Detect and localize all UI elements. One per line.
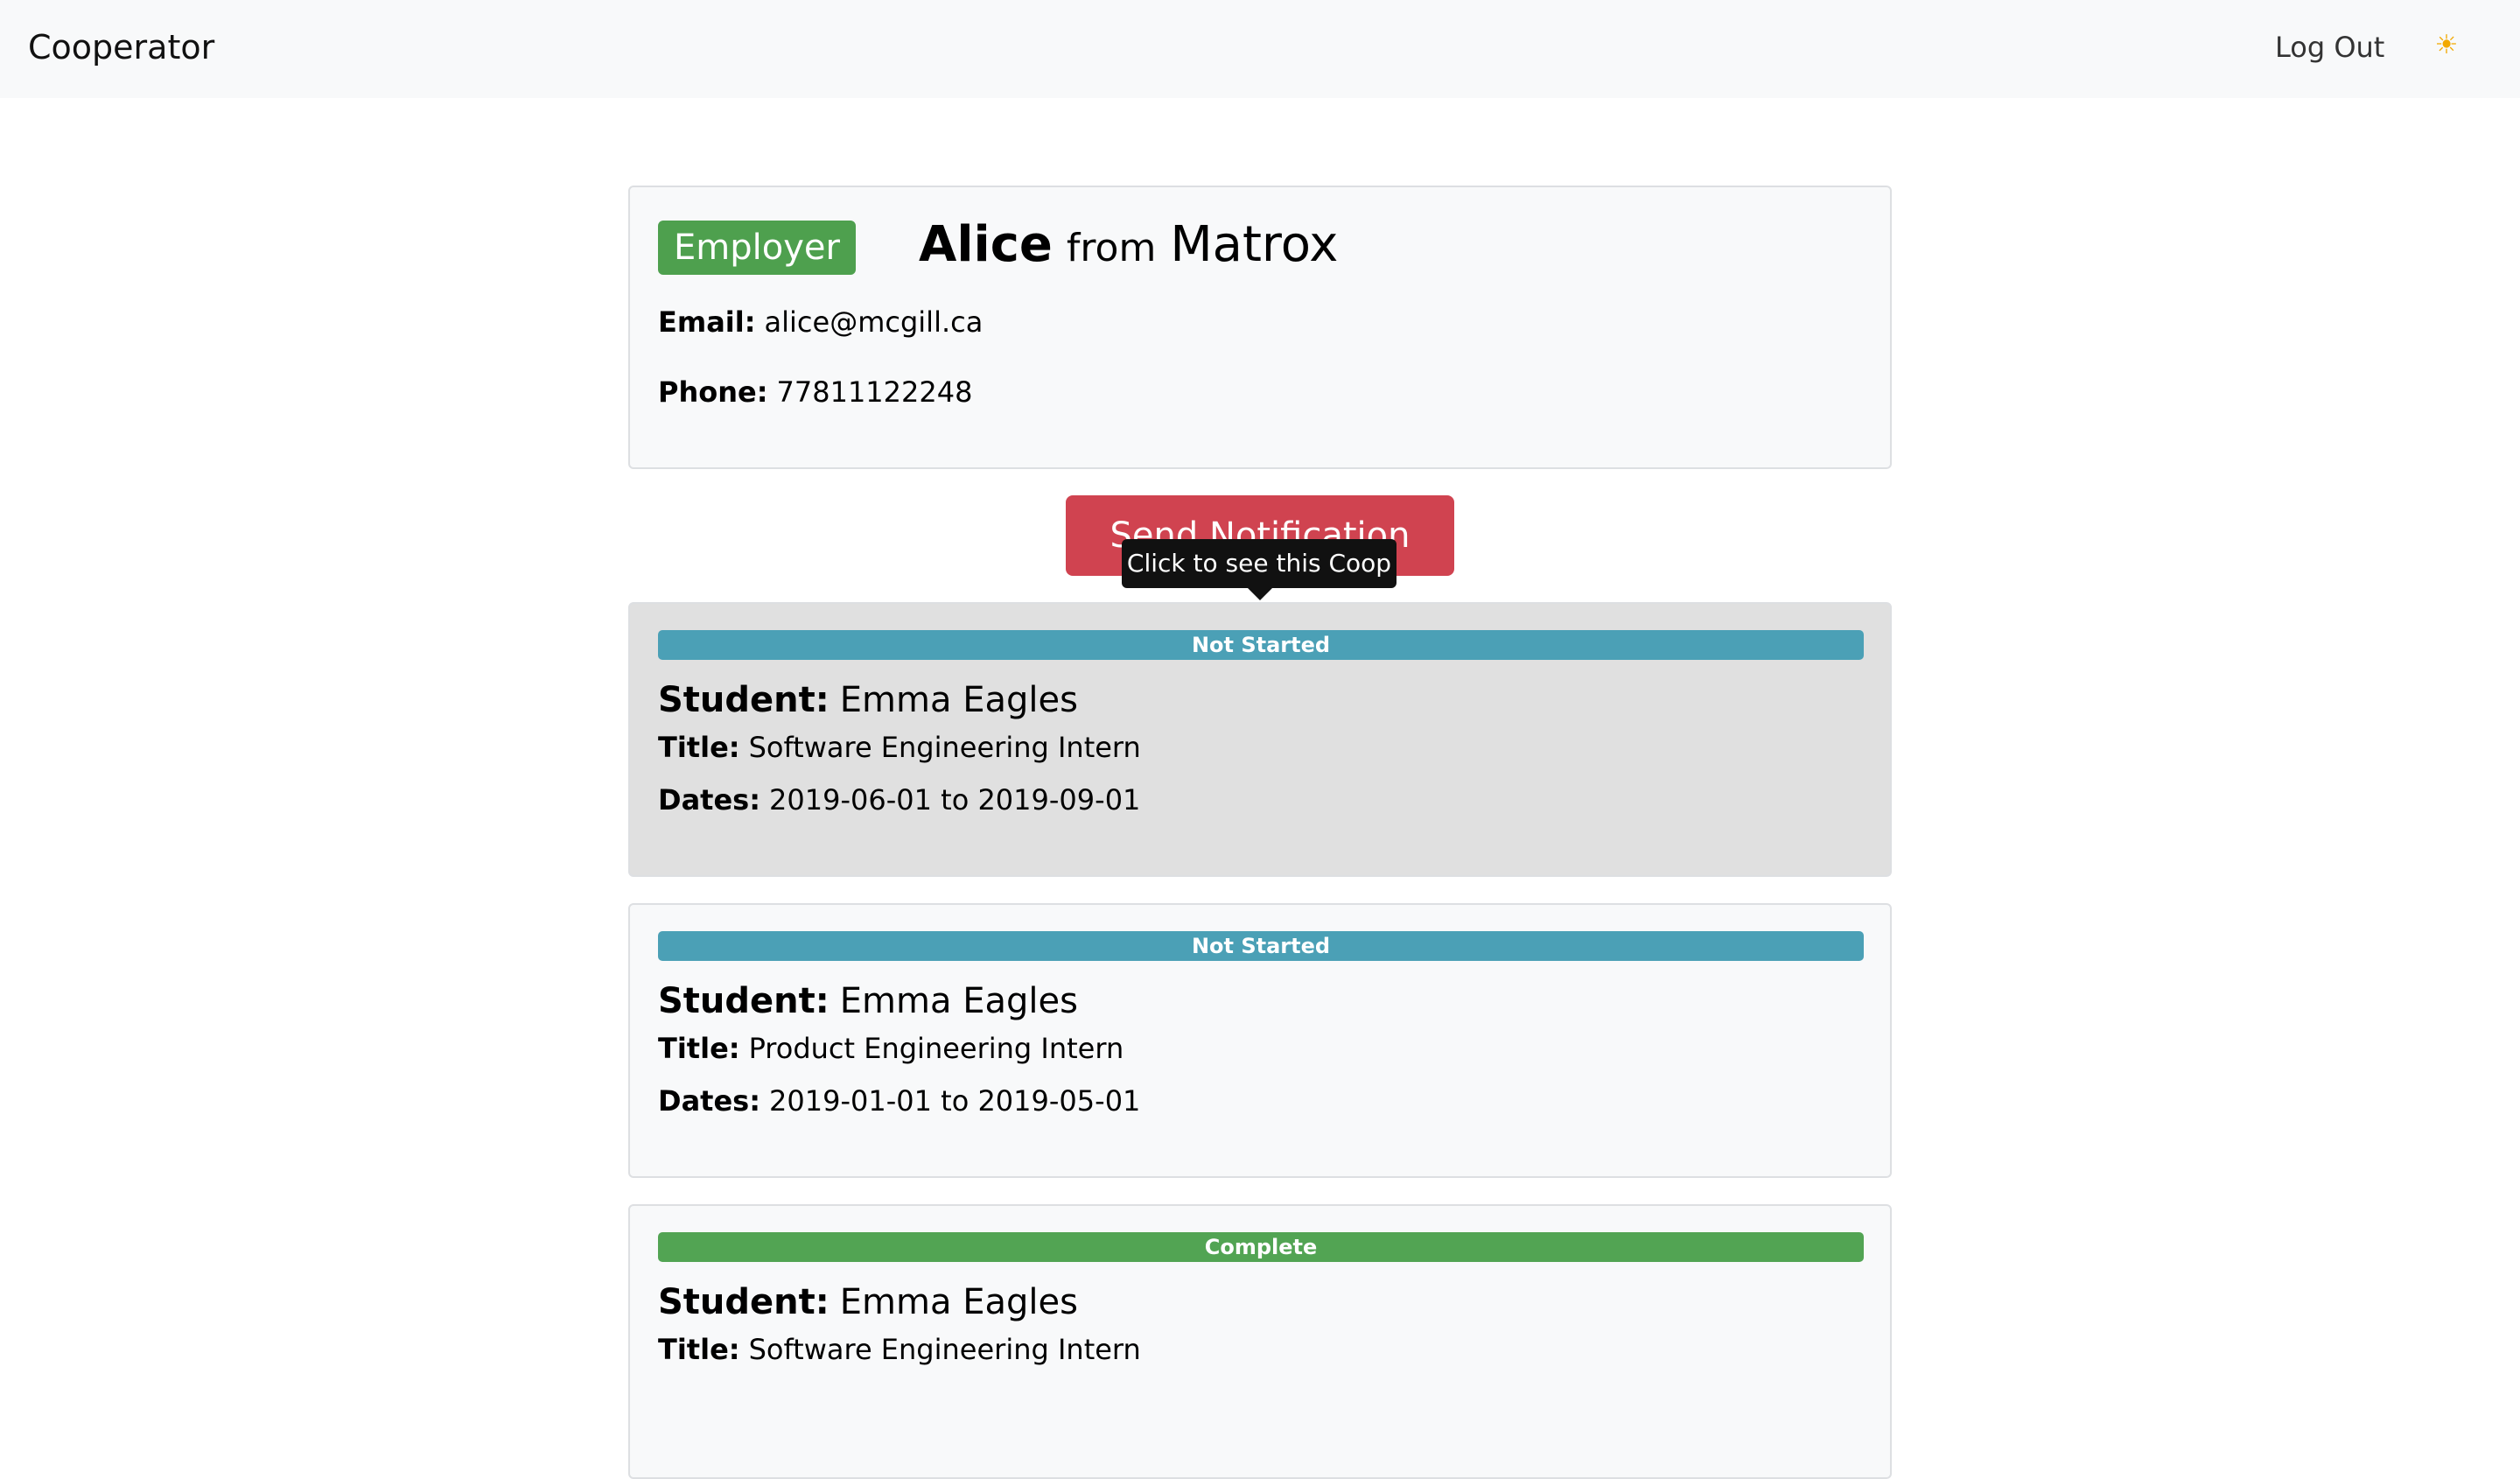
employer-profile-card: Employer Alice from Matrox Email: alice@mcg… bbox=[628, 186, 1892, 469]
dates-row: Dates: 2019-01-01 to 2019-05-01 bbox=[658, 1082, 1140, 1120]
student-row: Student: Emma Eagles bbox=[658, 1276, 1078, 1328]
dates-label: Dates: bbox=[658, 1084, 760, 1118]
coop-card[interactable]: Complete Student: Emma Eagles Title: Softw… bbox=[628, 1204, 1892, 1479]
student-label: Student: bbox=[658, 981, 830, 1021]
coop-dates: 2019-01-01 to 2019-05-01 bbox=[769, 1084, 1141, 1118]
coop-tooltip: Click to see this Coop bbox=[1122, 539, 1396, 588]
title-row: Title: Product Engineering Intern bbox=[658, 1029, 1124, 1068]
student-label: Student: bbox=[658, 1282, 830, 1322]
title-label: Title: bbox=[658, 1333, 740, 1366]
company-name: Matrox bbox=[1170, 216, 1339, 273]
email-value: alice@mcgill.ca bbox=[764, 305, 984, 339]
coop-card[interactable]: Not Started Student: Emma Eagles Title: So… bbox=[628, 602, 1892, 877]
from-word: from bbox=[1066, 226, 1157, 270]
student-row: Student: Emma Eagles bbox=[658, 674, 1078, 726]
employer-name: Alice bbox=[919, 216, 1053, 273]
status-bar: Complete bbox=[658, 1232, 1864, 1262]
student-label: Student: bbox=[658, 680, 830, 720]
phone-label: Phone: bbox=[658, 375, 768, 409]
top-navbar: Cooperator Log Out ☀ bbox=[0, 0, 2520, 98]
brand-link[interactable]: Cooperator bbox=[28, 23, 214, 72]
student-row: Student: Emma Eagles bbox=[658, 975, 1078, 1027]
title-label: Title: bbox=[658, 1032, 740, 1065]
tooltip-arrow bbox=[1248, 588, 1272, 600]
title-row: Title: Software Engineering Intern bbox=[658, 1330, 1141, 1369]
coop-card[interactable]: Not Started Student: Emma Eagles Title: Pr… bbox=[628, 903, 1892, 1178]
status-bar: Not Started bbox=[658, 931, 1864, 961]
coop-dates: 2019-06-01 to 2019-09-01 bbox=[769, 783, 1141, 817]
title-label: Title: bbox=[658, 731, 740, 764]
status-bar: Not Started bbox=[658, 630, 1864, 660]
sun-icon[interactable]: ☀ bbox=[2427, 25, 2466, 67]
title-row: Title: Software Engineering Intern bbox=[658, 728, 1141, 767]
email-label: Email: bbox=[658, 305, 756, 339]
coop-title: Product Engineering Intern bbox=[748, 1032, 1124, 1065]
phone-value: 77811122248 bbox=[776, 375, 973, 409]
student-name: Emma Eagles bbox=[839, 1282, 1078, 1322]
dates-row: Dates: 2019-06-01 to 2019-09-01 bbox=[658, 781, 1140, 819]
logout-link[interactable]: Log Out bbox=[2275, 25, 2384, 70]
role-badge: Employer bbox=[658, 221, 856, 275]
email-row: Email: alice@mcgill.ca bbox=[658, 303, 983, 341]
dates-label: Dates: bbox=[658, 783, 760, 817]
phone-row: Phone: 77811122248 bbox=[658, 373, 972, 411]
profile-heading: Alice from Matrox bbox=[919, 214, 1338, 288]
student-name: Emma Eagles bbox=[839, 680, 1078, 720]
coop-title: Software Engineering Intern bbox=[748, 1333, 1141, 1366]
student-name: Emma Eagles bbox=[839, 981, 1078, 1021]
coop-title: Software Engineering Intern bbox=[748, 731, 1141, 764]
